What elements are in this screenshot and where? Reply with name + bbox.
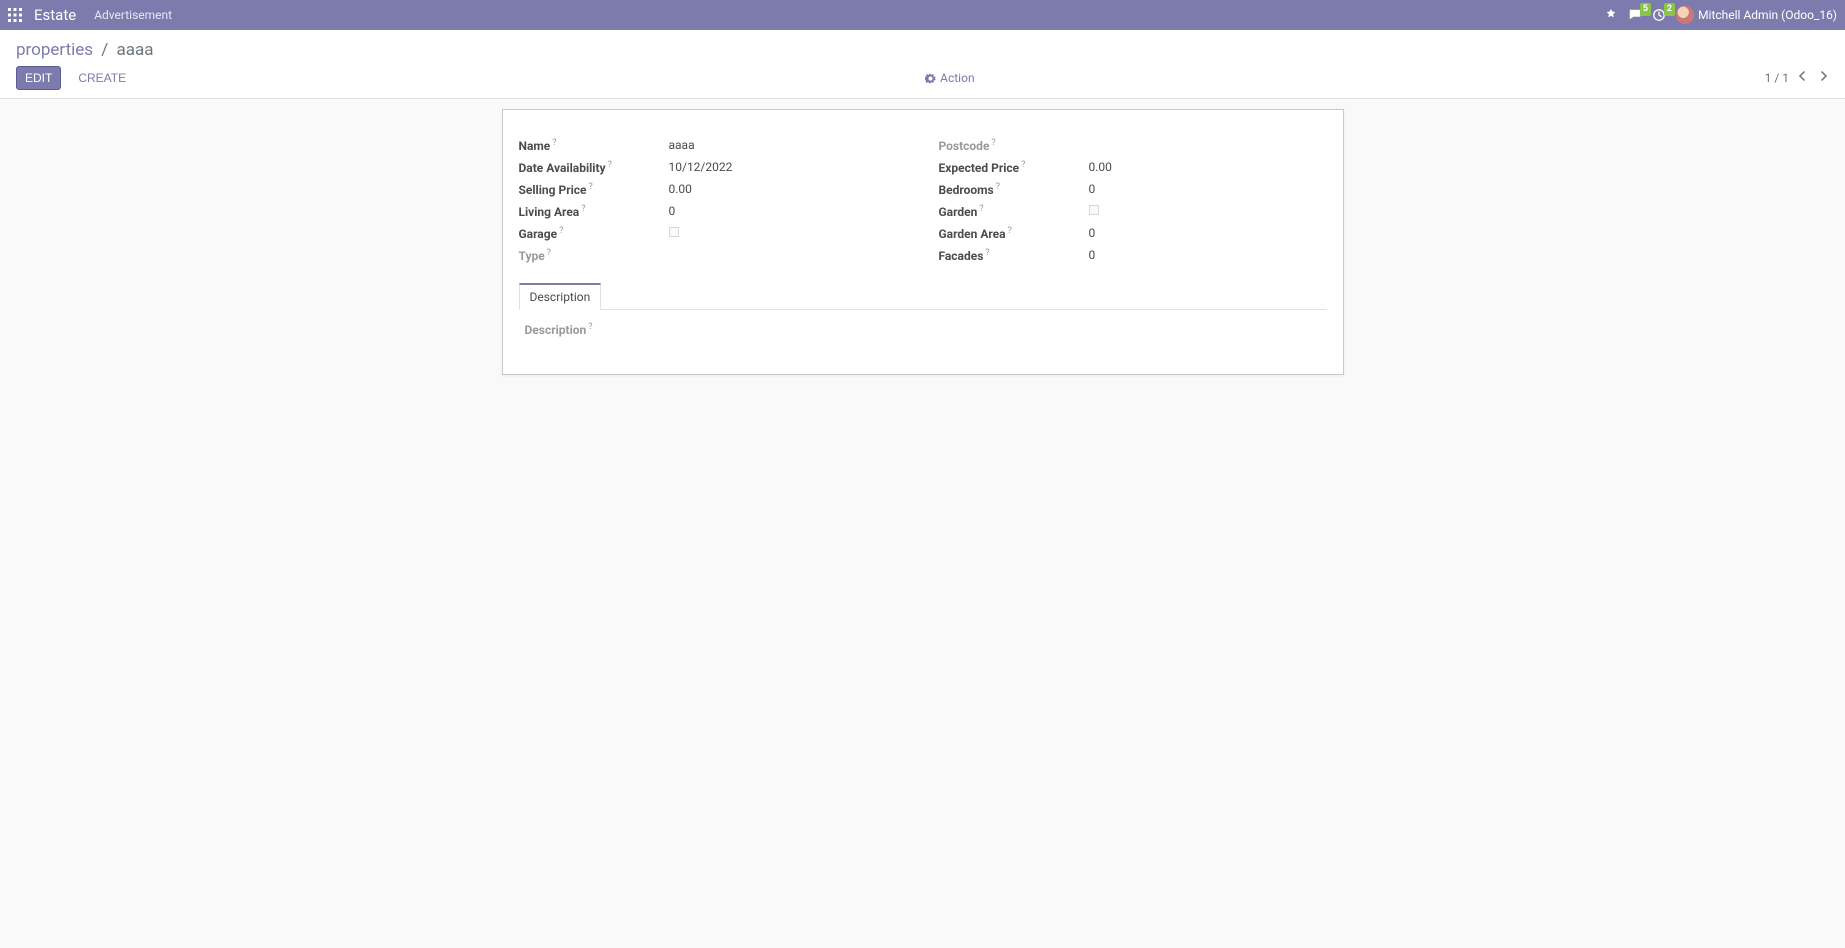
field-row-garage: Garage? xyxy=(519,222,907,244)
help-icon[interactable]: ? xyxy=(979,204,983,214)
pager-next[interactable] xyxy=(1817,70,1829,86)
help-icon[interactable]: ? xyxy=(581,204,585,214)
checkbox-icon xyxy=(1089,205,1099,215)
navbar-left: Estate Advertisement xyxy=(8,6,1604,24)
field-row-selling-price: Selling Price?0.00 xyxy=(519,178,907,200)
user-menu[interactable]: Mitchell Admin (Odoo_16) xyxy=(1676,6,1837,24)
field-value: aaaa xyxy=(669,138,907,152)
field-row-type: Type? xyxy=(519,244,907,266)
help-icon[interactable]: ? xyxy=(608,160,612,170)
field-row-garden-area: Garden Area?0 xyxy=(939,222,1327,244)
field-value: 0 xyxy=(1089,226,1327,240)
help-icon[interactable]: ? xyxy=(1008,226,1012,236)
avatar xyxy=(1676,6,1694,24)
field-label: Expected Price? xyxy=(939,160,1089,175)
form-container: Name?aaaaDate Availability?10/12/2022Sel… xyxy=(0,99,1845,415)
field-label: Living Area? xyxy=(519,204,669,219)
form-col-right: Postcode?Expected Price?0.00Bedrooms?0Ga… xyxy=(939,134,1327,266)
form-col-left: Name?aaaaDate Availability?10/12/2022Sel… xyxy=(519,134,907,266)
messaging-icon[interactable]: 5 xyxy=(1628,8,1642,22)
activities-icon[interactable]: 2 xyxy=(1652,8,1666,22)
field-value: 0 xyxy=(1089,182,1327,196)
field-value: 0.00 xyxy=(1089,160,1327,174)
help-icon[interactable]: ? xyxy=(1021,160,1025,170)
breadcrumb-parent[interactable]: properties xyxy=(16,40,93,60)
help-icon[interactable]: ? xyxy=(985,248,989,258)
help-icon[interactable]: ? xyxy=(996,182,1000,192)
breadcrumb-separator: / xyxy=(97,40,112,60)
checkbox-icon xyxy=(669,227,679,237)
field-row-living-area: Living Area?0 xyxy=(519,200,907,222)
field-row-name: Name?aaaa xyxy=(519,134,907,156)
tab-description[interactable]: Description xyxy=(519,283,602,310)
control-panel-right: 1 / 1 xyxy=(1765,70,1829,86)
field-label: Garden? xyxy=(939,204,1089,219)
main-navbar: Estate Advertisement 5 2 Mitchell Admin … xyxy=(0,0,1845,30)
field-label: Garden Area? xyxy=(939,226,1089,241)
control-panel-center: Action xyxy=(135,71,1764,85)
field-value: 0 xyxy=(1089,248,1327,262)
apps-icon[interactable] xyxy=(8,8,22,22)
field-label: Garage? xyxy=(519,226,669,241)
control-panel-bottom: EDIT CREATE Action 1 / 1 xyxy=(16,66,1829,98)
description-field-label: Description? xyxy=(525,323,593,337)
field-row-date-availability: Date Availability?10/12/2022 xyxy=(519,156,907,178)
create-button[interactable]: CREATE xyxy=(69,66,135,90)
messaging-badge: 5 xyxy=(1640,3,1651,16)
field-label: Selling Price? xyxy=(519,182,669,197)
menu-advertisement[interactable]: Advertisement xyxy=(94,8,172,22)
field-row-expected-price: Expected Price?0.00 xyxy=(939,156,1327,178)
field-label: Bedrooms? xyxy=(939,182,1089,197)
field-row-garden: Garden? xyxy=(939,200,1327,222)
field-value: 10/12/2022 xyxy=(669,160,907,174)
field-label: Postcode? xyxy=(939,138,1089,153)
breadcrumb-current: aaaa xyxy=(117,40,154,60)
action-label: Action xyxy=(940,71,974,85)
edit-button[interactable]: EDIT xyxy=(16,66,61,90)
tab-content-description: Description? xyxy=(519,310,1327,350)
field-row-postcode: Postcode? xyxy=(939,134,1327,156)
field-value: 0.00 xyxy=(669,182,907,196)
form-group: Name?aaaaDate Availability?10/12/2022Sel… xyxy=(519,134,1327,266)
debug-icon[interactable] xyxy=(1604,8,1618,22)
form-sheet: Name?aaaaDate Availability?10/12/2022Sel… xyxy=(502,109,1344,375)
notebook: Description Description? xyxy=(519,282,1327,350)
activities-badge: 2 xyxy=(1664,3,1675,16)
help-icon[interactable]: ? xyxy=(552,138,556,148)
user-name-label: Mitchell Admin (Odoo_16) xyxy=(1698,8,1837,22)
app-name[interactable]: Estate xyxy=(34,6,76,24)
control-panel: properties / aaaa EDIT CREATE Action 1 /… xyxy=(0,30,1845,99)
help-icon[interactable]: ? xyxy=(991,138,995,148)
field-value xyxy=(1089,204,1327,218)
action-dropdown[interactable]: Action xyxy=(925,71,974,85)
field-label: Date Availability? xyxy=(519,160,669,175)
field-label: Type? xyxy=(519,248,669,263)
breadcrumb: properties / aaaa xyxy=(16,30,1829,66)
pager-text[interactable]: 1 / 1 xyxy=(1765,71,1789,85)
gear-icon xyxy=(925,73,936,84)
help-icon[interactable]: ? xyxy=(559,226,563,236)
help-icon[interactable]: ? xyxy=(547,248,551,258)
field-value: 0 xyxy=(669,204,907,218)
tabs-bar: Description xyxy=(519,282,1327,310)
help-icon[interactable]: ? xyxy=(589,182,593,192)
pager-prev[interactable] xyxy=(1797,70,1809,86)
field-value xyxy=(669,226,907,240)
field-row-facades: Facades?0 xyxy=(939,244,1327,266)
control-panel-left: EDIT CREATE xyxy=(16,66,135,90)
field-label: Name? xyxy=(519,138,669,153)
field-row-bedrooms: Bedrooms?0 xyxy=(939,178,1327,200)
field-label: Facades? xyxy=(939,248,1089,263)
navbar-right: 5 2 Mitchell Admin (Odoo_16) xyxy=(1604,6,1837,24)
